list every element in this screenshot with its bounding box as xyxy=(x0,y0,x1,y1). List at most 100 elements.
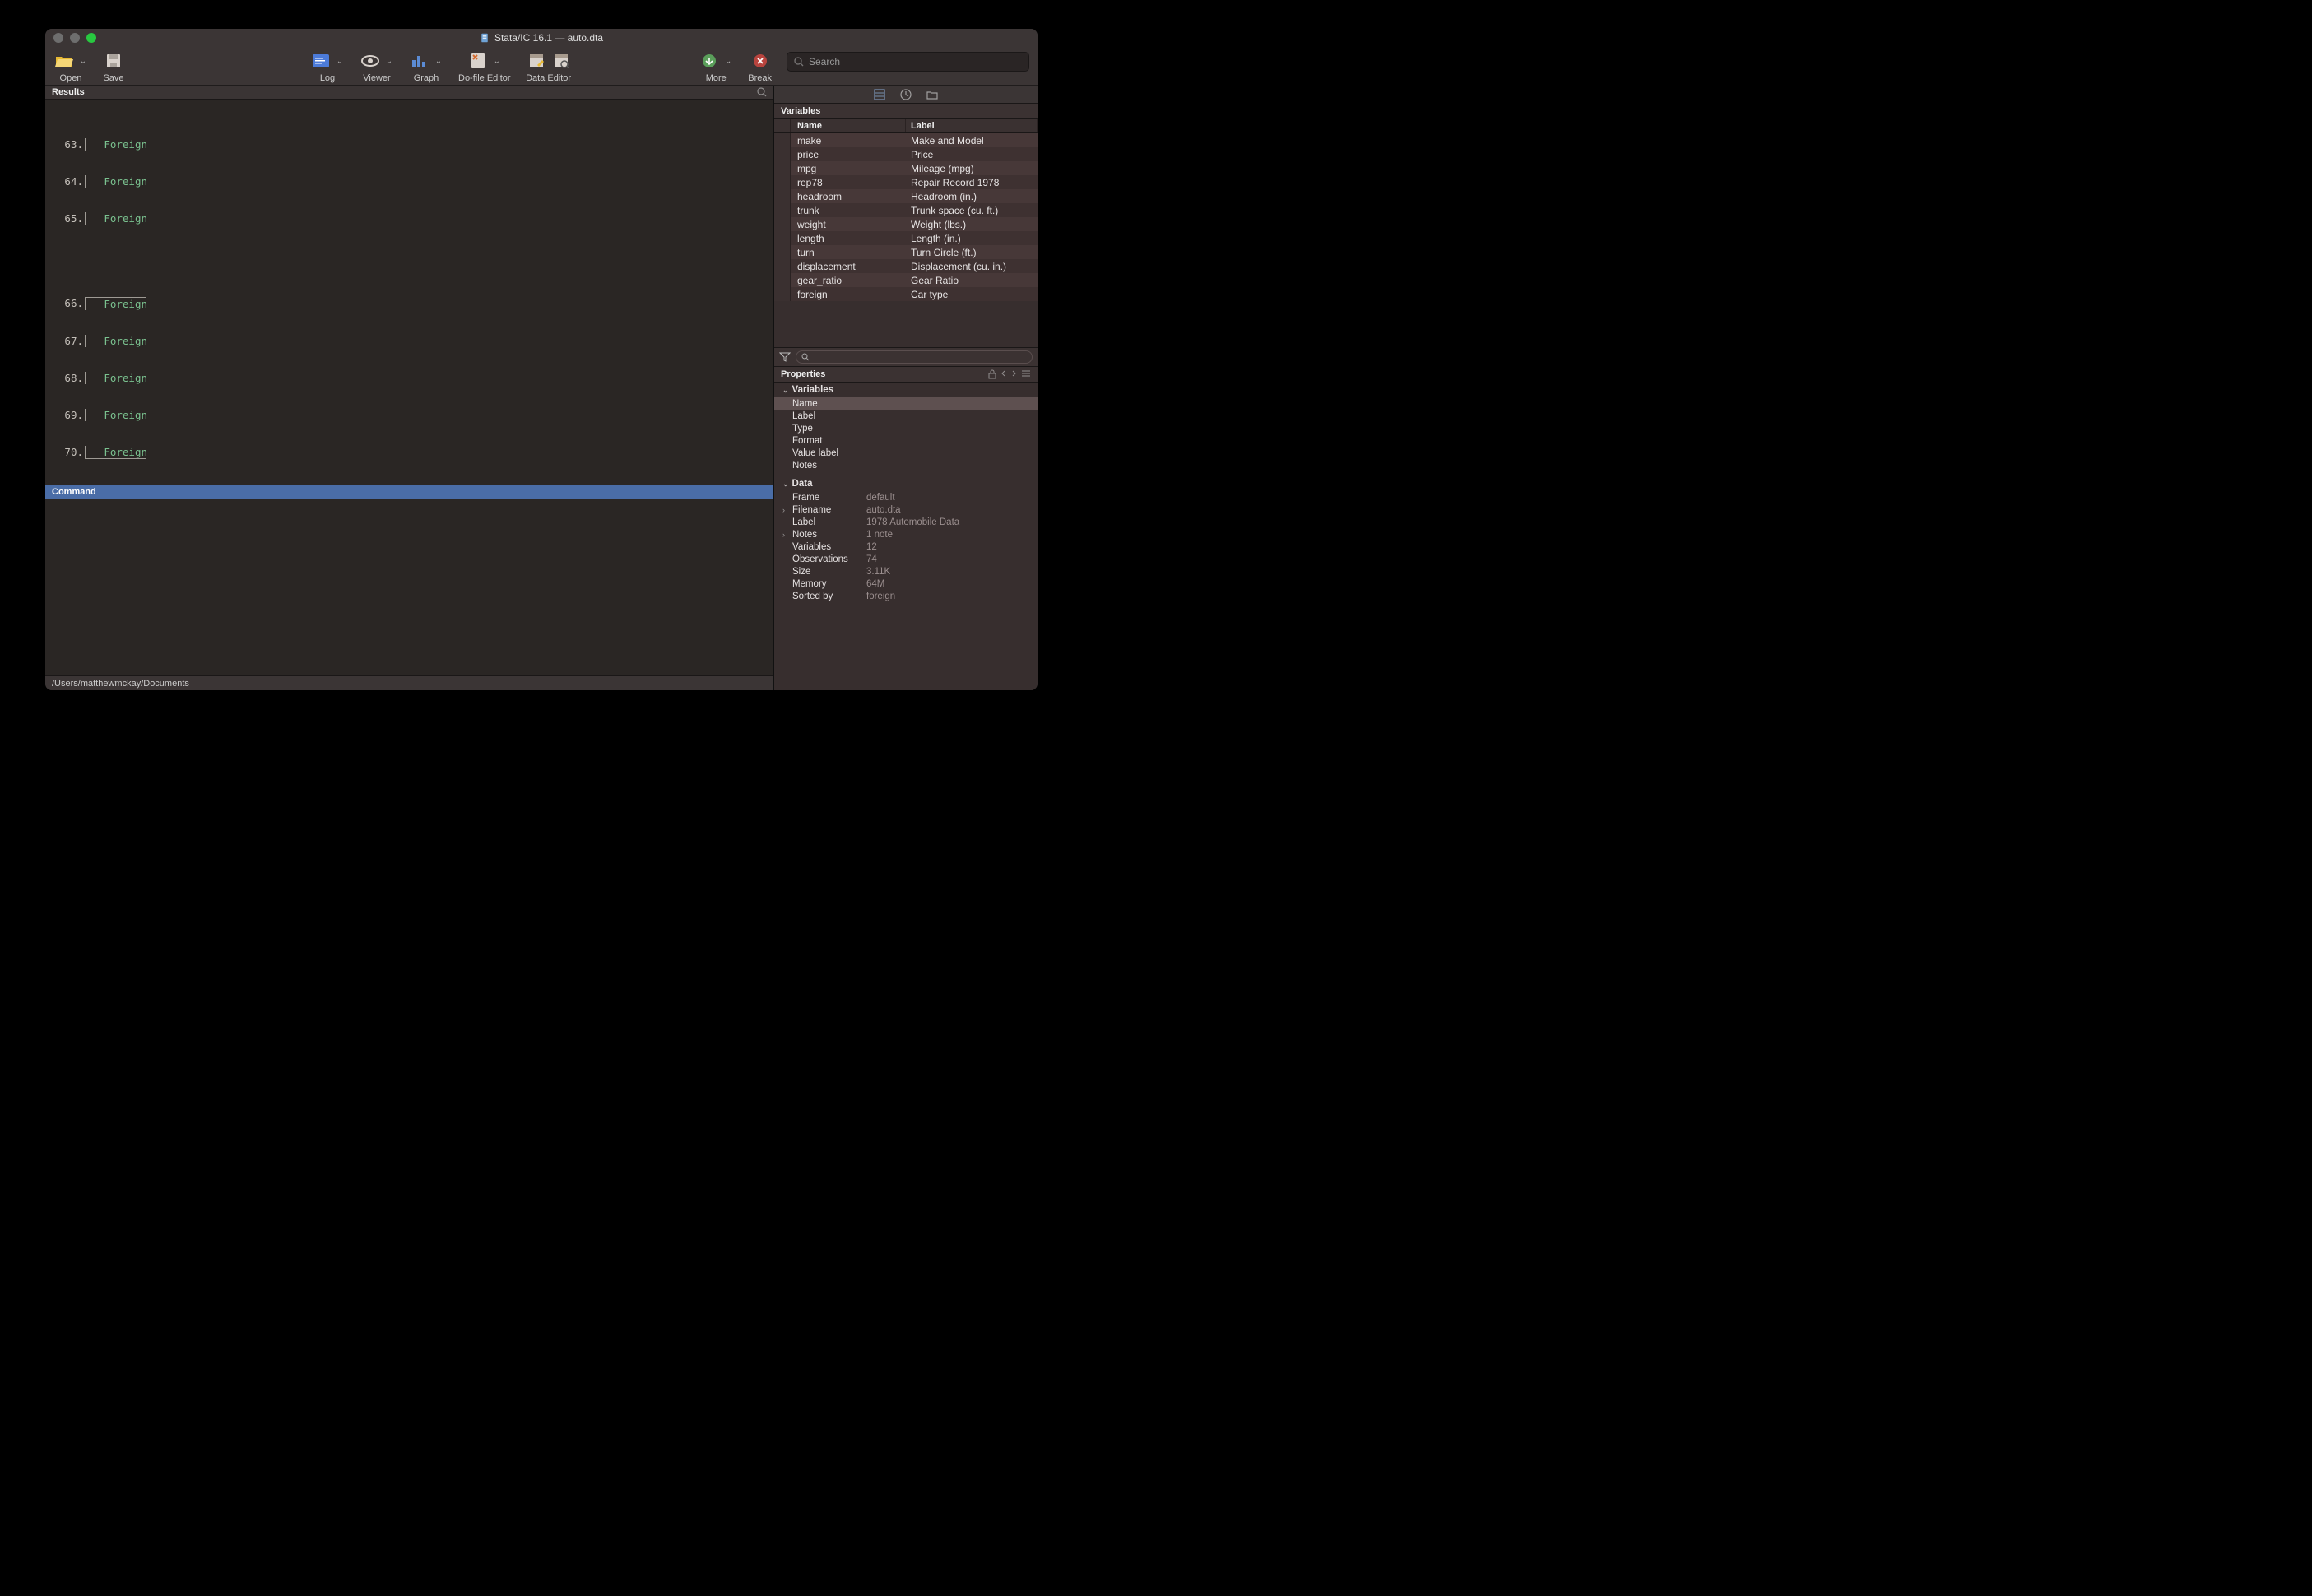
col-name[interactable]: Name xyxy=(791,119,906,132)
log-icon xyxy=(312,53,330,68)
col-label[interactable]: Label xyxy=(906,119,1038,132)
more-dropdown[interactable]: ⌄ xyxy=(723,52,733,70)
folder-open-icon xyxy=(55,53,73,68)
variables-table: Name Label makeMake and ModelpricePricem… xyxy=(774,119,1038,347)
prop-row: ›Notes1 note xyxy=(774,528,1038,541)
results-pane[interactable]: 63.Foreign 64.Foreign 65.Foreign 66.Fore… xyxy=(45,100,773,485)
prop-row: Framedefault xyxy=(774,491,1038,503)
dataeditor-edit-button[interactable] xyxy=(526,50,547,72)
data-edit-icon xyxy=(529,53,544,68)
viewer-button[interactable] xyxy=(360,50,381,72)
list-linenum: 63. xyxy=(49,138,85,151)
props-section-variables[interactable]: ⌄Variables xyxy=(774,383,1038,397)
more-button[interactable] xyxy=(699,50,720,72)
nav-arrows-icon[interactable] xyxy=(1001,369,1016,378)
var-label: Price xyxy=(906,149,1038,160)
properties-header: Properties xyxy=(774,367,1038,383)
dofile-dropdown[interactable]: ⌄ xyxy=(492,52,502,70)
results-header: Results xyxy=(45,86,773,100)
variables-filter-input[interactable] xyxy=(796,350,1033,364)
var-name: make xyxy=(791,135,906,146)
variable-row[interactable]: headroomHeadroom (in.) xyxy=(774,189,1038,203)
variables-header: Variables xyxy=(774,104,1038,119)
var-name: gear_ratio xyxy=(791,275,906,286)
var-label: Car type xyxy=(906,289,1038,300)
break-icon xyxy=(753,53,768,68)
prop-row: Memory64M xyxy=(774,578,1038,590)
variable-row[interactable]: pricePrice xyxy=(774,147,1038,161)
variable-row[interactable]: trunkTrunk space (cu. ft.) xyxy=(774,203,1038,217)
variable-row[interactable]: foreignCar type xyxy=(774,287,1038,301)
var-label: Gear Ratio xyxy=(906,275,1038,286)
lock-icon[interactable] xyxy=(988,369,996,379)
dofile-label: Do-file Editor xyxy=(458,73,511,83)
variable-row[interactable]: gear_ratioGear Ratio xyxy=(774,273,1038,287)
command-input[interactable] xyxy=(45,499,773,675)
variable-row[interactable]: rep78Repair Record 1978 xyxy=(774,175,1038,189)
list-cell: Foreign xyxy=(92,138,154,151)
log-button[interactable] xyxy=(310,50,332,72)
eye-icon xyxy=(361,54,379,67)
var-name: trunk xyxy=(791,205,906,216)
prop-row: Variables12 xyxy=(774,541,1038,553)
viewer-dropdown[interactable]: ⌄ xyxy=(384,52,394,70)
var-label: Make and Model xyxy=(906,135,1038,146)
log-label: Log xyxy=(320,73,335,83)
document-icon xyxy=(480,33,490,43)
list-icon[interactable] xyxy=(1021,369,1031,378)
var-name: turn xyxy=(791,247,906,258)
app-window: Stata/IC 16.1 — auto.dta ⌄ Open Save xyxy=(45,29,1038,690)
var-label: Headroom (in.) xyxy=(906,191,1038,202)
var-label: Weight (lbs.) xyxy=(906,219,1038,230)
status-bar: /Users/matthewmckay/Documents xyxy=(45,675,773,690)
variables-filter-bar xyxy=(774,347,1038,367)
variable-row[interactable]: mpgMileage (mpg) xyxy=(774,161,1038,175)
results-search-icon[interactable] xyxy=(757,87,767,97)
save-label: Save xyxy=(103,73,123,83)
save-button[interactable] xyxy=(103,50,124,72)
variable-row[interactable]: weightWeight (lbs.) xyxy=(774,217,1038,231)
var-name: foreign xyxy=(791,289,906,300)
var-name: weight xyxy=(791,219,906,230)
var-name: headroom xyxy=(791,191,906,202)
dataeditor-label: Data Editor xyxy=(526,73,571,83)
prop-row: Value label xyxy=(774,447,1038,459)
panel-vars-icon[interactable] xyxy=(874,89,885,100)
data-browse-icon xyxy=(554,53,569,68)
prop-row: Label1978 Automobile Data xyxy=(774,516,1038,528)
variable-row[interactable]: turnTurn Circle (ft.) xyxy=(774,245,1038,259)
open-button[interactable] xyxy=(53,50,75,72)
var-name: displacement xyxy=(791,261,906,272)
open-label: Open xyxy=(60,73,82,83)
viewer-label: Viewer xyxy=(363,73,390,83)
dofile-icon xyxy=(471,53,485,69)
command-pane xyxy=(45,499,773,675)
break-button[interactable] xyxy=(750,50,771,72)
right-iconbar xyxy=(774,86,1038,104)
prop-row: Notes xyxy=(774,459,1038,471)
search-placeholder: Search xyxy=(809,56,840,67)
dataeditor-browse-button[interactable] xyxy=(550,50,572,72)
search-input[interactable]: Search xyxy=(787,52,1029,72)
prop-row: Name xyxy=(774,397,1038,410)
props-section-data[interactable]: ⌄Data xyxy=(774,476,1038,491)
prop-row: Observations74 xyxy=(774,553,1038,565)
properties-pane: ⌄Variables Name Label Type Format Value … xyxy=(774,383,1038,690)
folder-icon[interactable] xyxy=(926,90,938,100)
log-dropdown[interactable]: ⌄ xyxy=(335,52,345,70)
filter-icon[interactable] xyxy=(779,352,791,362)
variable-row[interactable]: makeMake and Model xyxy=(774,133,1038,147)
graph-label: Graph xyxy=(414,73,439,83)
variable-row[interactable]: lengthLength (in.) xyxy=(774,231,1038,245)
variables-columns: Name Label xyxy=(774,119,1038,133)
working-directory: /Users/matthewmckay/Documents xyxy=(52,679,189,689)
history-icon[interactable] xyxy=(900,89,912,100)
variable-row[interactable]: displacementDisplacement (cu. in.) xyxy=(774,259,1038,273)
graph-button[interactable] xyxy=(409,50,430,72)
open-dropdown[interactable]: ⌄ xyxy=(78,52,88,70)
var-label: Length (in.) xyxy=(906,233,1038,244)
graph-dropdown[interactable]: ⌄ xyxy=(434,52,443,70)
dofile-button[interactable] xyxy=(467,50,489,72)
command-header: Command xyxy=(45,485,773,499)
titlebar: Stata/IC 16.1 — auto.dta xyxy=(45,29,1038,47)
